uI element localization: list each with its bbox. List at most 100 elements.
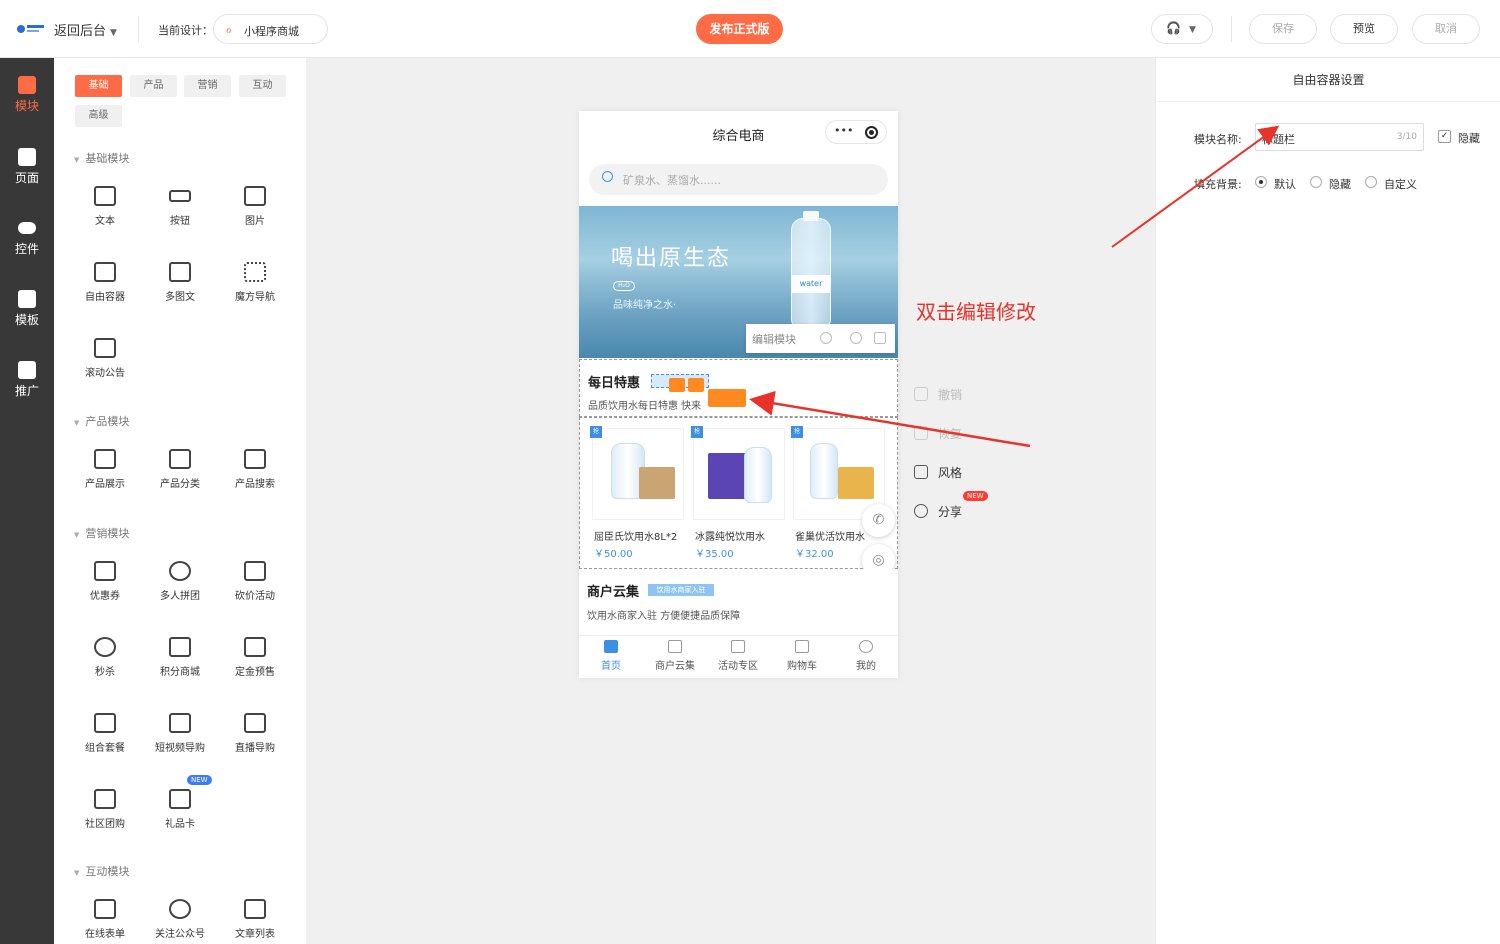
banner-badge: H₂O — [613, 281, 635, 291]
section-marketing-header[interactable]: ▼ 营销模块 — [74, 525, 129, 541]
module-name-input[interactable]: 标题栏 3/10 — [1255, 123, 1424, 151]
component-points-mall[interactable]: 积分商城 — [145, 637, 215, 678]
product-name: 冰露纯悦饮用水 — [695, 532, 765, 543]
miniprogram-icon: ℴ — [226, 22, 232, 36]
divider — [138, 16, 139, 42]
tab-product[interactable]: 产品 — [130, 75, 177, 97]
support-button[interactable]: 🎧 ▼ — [1151, 14, 1213, 44]
component-button[interactable]: 按钮 — [145, 186, 215, 227]
component-product-display[interactable]: 产品展示 — [70, 449, 140, 490]
diamond-icon — [169, 637, 191, 657]
nav-item-control[interactable]: 控件 — [0, 219, 54, 257]
merchant-section[interactable]: 商户云集 饮用水商家入驻 饮用水商家入驻 方便便捷品质保障 — [579, 569, 898, 633]
tab-basic[interactable]: 基础 — [75, 75, 122, 97]
nav-item-page[interactable]: 页面 — [0, 148, 54, 186]
edit-pencil-icon[interactable] — [669, 378, 685, 392]
component-form[interactable]: 在线表单 — [70, 899, 140, 940]
bottle-label: water — [792, 275, 830, 293]
nav-item-promote[interactable]: 推广 — [0, 361, 54, 399]
tabbar-item-merchants[interactable]: 商户云集 — [643, 640, 707, 672]
nav-label: 控件 — [14, 242, 39, 256]
tabbar-item-home[interactable]: 首页 — [579, 640, 643, 672]
section-basic-header[interactable]: ▼ 基础模块 — [74, 150, 129, 166]
banner-headline: 喝出原生态 — [611, 246, 732, 271]
preview-button[interactable]: 预览 — [1330, 14, 1398, 44]
trash-icon[interactable] — [874, 332, 886, 344]
store-icon — [94, 713, 116, 733]
product-card[interactable]: 抢 冰露纯悦饮用水 ￥35.00 — [691, 426, 785, 560]
move-down-icon[interactable] — [850, 332, 862, 344]
tab-advanced[interactable]: 高级 — [75, 105, 122, 127]
nav-label: 模板 — [14, 313, 39, 327]
component-bargain[interactable]: 砍价活动 — [220, 561, 290, 602]
tab-marketing[interactable]: 营销 — [184, 75, 231, 97]
component-marquee[interactable]: 滚动公告 — [70, 338, 140, 379]
section-interactive-header[interactable]: ▼ 互动模块 — [74, 863, 129, 879]
design-selector[interactable]: ℴ 小程序商城 — [213, 14, 328, 44]
save-button[interactable]: 保存 — [1249, 14, 1317, 44]
tabbar-item-mine[interactable]: 我的 — [834, 640, 898, 672]
component-follow-account[interactable]: 关注公众号 — [145, 899, 215, 940]
community-icon — [94, 789, 116, 809]
component-text[interactable]: 文本 — [70, 186, 140, 227]
component-combo[interactable]: 组合套餐 — [70, 713, 140, 754]
edit-delete-toolbar[interactable] — [708, 389, 746, 407]
share-button[interactable]: 分享 — [914, 503, 962, 520]
component-label: 在线表单 — [85, 929, 125, 940]
edit-module-button[interactable]: 编辑模块 — [752, 333, 796, 346]
fill-default-radio[interactable] — [1255, 176, 1267, 188]
fill-hide-radio[interactable] — [1310, 176, 1322, 188]
tabbar-label: 活动专区 — [718, 661, 758, 672]
product-list-section[interactable]: 抢 屈臣氏饮用水8L*2 ￥50.00 抢 冰露纯悦饮用水 ￥35.00 抢 雀… — [579, 417, 898, 577]
component-coupon[interactable]: 优惠券 — [70, 561, 140, 602]
component-presale[interactable]: 定金预售 — [220, 637, 290, 678]
redo-label: 恢复 — [938, 427, 963, 441]
phone-preview: 综合电商 ••• 矿泉水、蒸馏水...... 喝出原生态 H₂O 品味纯净之水·… — [579, 111, 898, 678]
move-up-icon[interactable] — [820, 332, 832, 344]
component-label: 组合套餐 — [85, 743, 125, 754]
undo-button[interactable]: 撤销 — [914, 386, 962, 403]
component-flash-sale[interactable]: 秒杀 — [70, 637, 140, 678]
component-short-video[interactable]: 短视频导购 — [145, 713, 215, 754]
phone-call-icon[interactable]: ✆ — [862, 504, 895, 537]
component-label: 自由容器 — [85, 292, 125, 303]
search-bar[interactable]: 矿泉水、蒸馏水...... — [589, 164, 888, 195]
nav-item-template[interactable]: 模板 — [0, 290, 54, 328]
tabbar-item-activity[interactable]: 活动专区 — [706, 640, 770, 672]
trash-icon[interactable] — [688, 378, 704, 392]
tab-interactive[interactable]: 互动 — [239, 75, 286, 97]
product-card[interactable]: 抢 屈臣氏饮用水8L*2 ￥50.00 — [590, 426, 684, 560]
component-product-search[interactable]: 产品搜索 — [220, 449, 290, 490]
component-label: 按钮 — [170, 216, 190, 227]
nav-item-module[interactable]: 模块 — [0, 76, 54, 114]
component-multi-image[interactable]: 多图文 — [145, 262, 215, 303]
daily-deal-section[interactable]: 每日特惠 品质饮用水每日特惠 快来 — [579, 359, 898, 417]
chevron-down-icon: ▼ — [110, 28, 117, 38]
style-button[interactable]: 风格 — [914, 464, 962, 481]
component-image[interactable]: 图片 — [220, 186, 290, 227]
component-product-category[interactable]: 产品分类 — [145, 449, 215, 490]
cancel-button[interactable]: 取消 — [1412, 14, 1480, 44]
product-card[interactable]: 抢 雀巢优活饮用水 ￥32.00 — [791, 426, 885, 560]
calendar-icon — [244, 637, 266, 657]
shirt-icon — [914, 465, 928, 479]
group-icon — [169, 561, 191, 581]
user-check-icon — [169, 899, 191, 919]
hide-checkbox[interactable]: ✓ — [1438, 130, 1451, 143]
component-article-list[interactable]: 文章列表 — [220, 899, 290, 940]
fill-custom-radio[interactable] — [1365, 176, 1377, 188]
publish-button[interactable]: 发布正式版 — [696, 14, 783, 44]
section-product-header[interactable]: ▼ 产品模块 — [74, 413, 129, 429]
cart-icon — [795, 640, 809, 653]
component-free-container[interactable]: 自由容器 — [70, 262, 140, 303]
redo-button[interactable]: 恢复 — [914, 425, 962, 442]
component-gift-card[interactable]: NEW 礼品卡 — [145, 775, 215, 830]
component-community-buy[interactable]: 社区团购 — [70, 789, 140, 830]
section-subtitle: 饮用水商家入驻 方便便捷品质保障 — [587, 611, 741, 622]
caret-down-icon: ▼ — [74, 419, 80, 427]
component-cube-nav[interactable]: 魔方导航 — [220, 262, 290, 303]
tabbar-item-cart[interactable]: 购物车 — [770, 640, 834, 672]
component-group-buy[interactable]: 多人拼团 — [145, 561, 215, 602]
component-live[interactable]: 直播导购 — [220, 713, 290, 754]
back-to-admin-button[interactable]: 返回后台 ▼ — [54, 20, 117, 39]
